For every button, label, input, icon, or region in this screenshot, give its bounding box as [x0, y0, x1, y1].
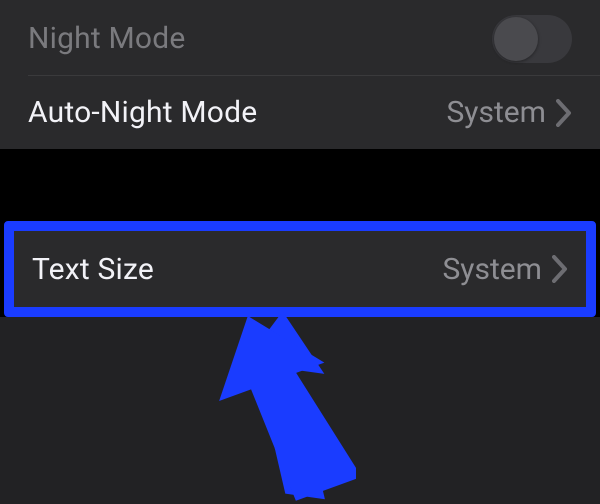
- night-mode-toggle[interactable]: [492, 15, 572, 63]
- chevron-right-icon: [556, 99, 572, 127]
- text-size-label: Text Size: [32, 252, 154, 287]
- auto-night-mode-row[interactable]: Auto-Night Mode System: [0, 76, 600, 149]
- chevron-right-icon: [552, 255, 568, 283]
- night-mode-label: Night Mode: [28, 21, 185, 56]
- auto-night-mode-label: Auto-Night Mode: [28, 95, 257, 130]
- section-gap: [0, 149, 600, 221]
- row-right: System: [446, 95, 572, 130]
- below-area: [0, 317, 600, 504]
- display-mode-section: Night Mode Auto-Night Mode System: [0, 0, 600, 149]
- highlight-wrap: Text Size System: [0, 221, 600, 317]
- night-mode-row[interactable]: Night Mode: [0, 2, 600, 75]
- toggle-knob: [494, 17, 538, 61]
- text-size-value: System: [442, 252, 542, 287]
- auto-night-mode-value: System: [446, 95, 546, 130]
- text-size-row[interactable]: Text Size System: [4, 221, 596, 317]
- row-right: System: [442, 252, 568, 287]
